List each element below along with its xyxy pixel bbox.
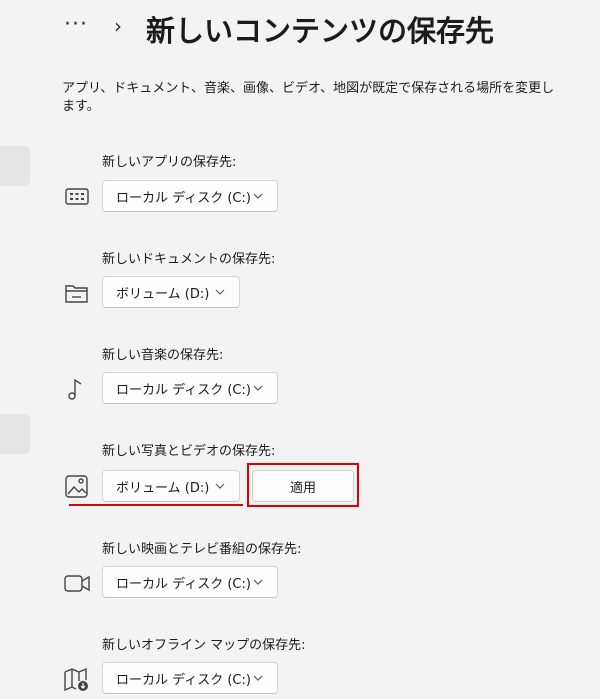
photos-location-value: ボリューム (D:): [116, 480, 210, 496]
maps-location-value: ローカル ディスク (C:): [116, 672, 251, 688]
more-options-button[interactable]: ···: [64, 12, 88, 37]
highlight-underline: [69, 504, 243, 506]
apps-icon: [62, 181, 92, 211]
documents-location-value: ボリューム (D:): [116, 286, 210, 302]
music-location-dropdown[interactable]: ローカル ディスク (C:): [102, 372, 278, 404]
music-location-value: ローカル ディスク (C:): [116, 382, 251, 398]
breadcrumb-chevron-icon: ›: [114, 14, 122, 38]
page-header: ··· › 新しいコンテンツの保存先: [0, 0, 600, 60]
map-download-icon: [62, 664, 92, 694]
chevron-down-icon: [253, 385, 263, 391]
movies-location-dropdown[interactable]: ローカル ディスク (C:): [102, 566, 278, 598]
nav-item-partial[interactable]: [0, 414, 30, 454]
photos-location-dropdown[interactable]: ボリューム (D:): [102, 470, 240, 502]
movies-location-label: 新しい映画とテレビ番組の保存先:: [102, 542, 302, 557]
documents-location-label: 新しいドキュメントの保存先:: [102, 252, 276, 267]
maps-location-label: 新しいオフライン マップの保存先:: [102, 638, 306, 653]
page-description: アプリ、ドキュメント、音楽、画像、ビデオ、地図が既定で保存される場所を変更します…: [62, 81, 555, 114]
movies-location-value: ローカル ディスク (C:): [116, 576, 251, 592]
chevron-down-icon: [253, 193, 263, 199]
chevron-down-icon: [253, 579, 263, 585]
video-camera-icon: [62, 568, 92, 598]
nav-item-partial[interactable]: [0, 146, 30, 186]
music-note-icon: [62, 374, 92, 404]
folder-icon: [62, 278, 92, 308]
chevron-down-icon: [215, 289, 225, 295]
apps-location-label: 新しいアプリの保存先:: [102, 155, 237, 170]
chevron-down-icon: [253, 675, 263, 681]
apps-location-value: ローカル ディスク (C:): [116, 190, 251, 206]
apps-location-dropdown[interactable]: ローカル ディスク (C:): [102, 180, 278, 212]
photos-location-label: 新しい写真とビデオの保存先:: [102, 444, 276, 459]
page-title: 新しいコンテンツの保存先: [146, 14, 495, 48]
maps-location-dropdown[interactable]: ローカル ディスク (C:): [102, 662, 278, 694]
image-icon: [62, 471, 92, 501]
highlight-box: [247, 463, 359, 507]
documents-location-dropdown[interactable]: ボリューム (D:): [102, 276, 240, 308]
chevron-down-icon: [215, 483, 225, 489]
music-location-label: 新しい音楽の保存先:: [102, 348, 224, 363]
